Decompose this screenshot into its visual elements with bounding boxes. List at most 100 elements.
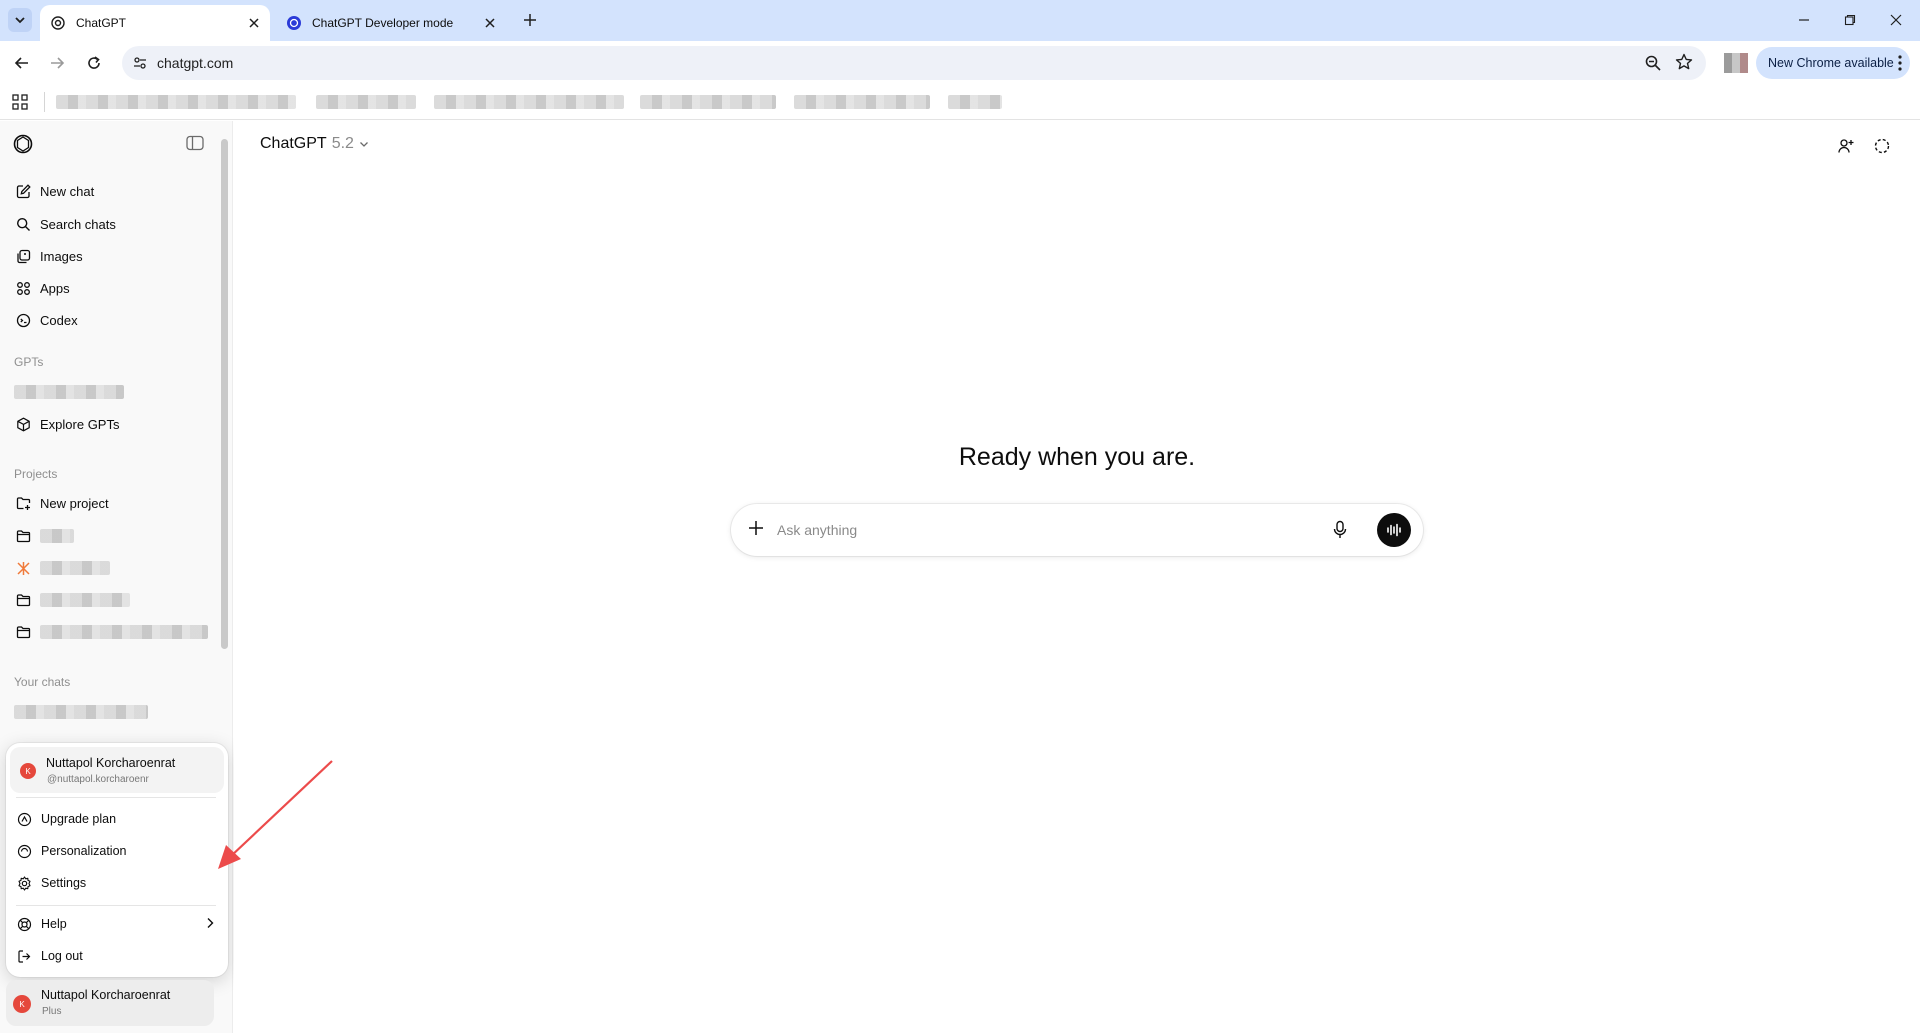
sidebar-item-label: Images: [40, 248, 83, 264]
bookmark-item[interactable]: [640, 94, 776, 110]
menu-item-help[interactable]: Help: [16, 911, 220, 937]
tab-title: ChatGPT Developer mode: [312, 16, 454, 30]
minimize-button[interactable]: [1792, 9, 1816, 31]
sidebar-item-new-chat[interactable]: New chat: [8, 176, 213, 206]
update-label: New Chrome available: [1768, 56, 1894, 70]
sidebar-item-label: Codex: [40, 312, 78, 328]
account-handle: @nuttapol.korcharoenr: [47, 774, 149, 785]
bookmark-star-icon[interactable]: [1675, 53, 1693, 71]
bookmark-item[interactable]: [316, 94, 416, 110]
cube-icon: [14, 415, 32, 433]
bookmark-item[interactable]: [434, 94, 624, 110]
blurred-content: [14, 705, 148, 719]
tab-chatgpt[interactable]: ChatGPT: [40, 5, 270, 41]
profile-plan: Plus: [42, 1006, 62, 1017]
sidebar-item-new-project[interactable]: New project: [8, 488, 213, 518]
account-menu-header[interactable]: K Nuttapol Korcharoenrat @nuttapol.korch…: [10, 747, 224, 793]
composer: [731, 504, 1423, 556]
forward-button[interactable]: [45, 51, 69, 75]
site-info-icon[interactable]: [130, 53, 150, 73]
folder-icon: [14, 623, 32, 641]
address-bar[interactable]: chatgpt.com: [122, 46, 1706, 80]
chevron-right-icon: [207, 918, 214, 928]
apps-grid-icon[interactable]: [12, 94, 28, 110]
main-chat-area: ChatGPT 5.2 Ready when you are.: [234, 121, 1920, 1033]
microphone-icon[interactable]: [1332, 520, 1348, 540]
sidebar-item-label: Search chats: [40, 216, 116, 232]
account-name: Nuttapol Korcharoenrat: [46, 756, 176, 770]
voice-mode-button[interactable]: [1377, 513, 1411, 547]
profile-button[interactable]: K Nuttapol Korcharoenrat Plus: [6, 980, 214, 1026]
sidebar-toggle-icon[interactable]: [186, 135, 204, 151]
bookmarks-separator: [44, 92, 45, 112]
menu-item-label: Settings: [41, 876, 87, 890]
back-button[interactable]: [10, 51, 34, 75]
sidebar-item-search-chats[interactable]: Search chats: [8, 209, 213, 239]
new-folder-icon: [14, 494, 32, 512]
sidebar-item-project[interactable]: [8, 553, 213, 583]
annotation-arrow: [218, 760, 333, 869]
arrow-left-icon: [14, 57, 28, 69]
chatgpt-logo-icon[interactable]: [12, 133, 34, 155]
close-tab-icon[interactable]: [244, 13, 264, 33]
new-chrome-available-button[interactable]: New Chrome available: [1756, 47, 1910, 79]
hero-heading: Ready when you are.: [958, 443, 1196, 471]
plus-icon: [524, 14, 536, 26]
blurred-content: [14, 385, 124, 399]
profile-avatar-button[interactable]: [1724, 53, 1748, 73]
plus-icon[interactable]: [747, 519, 765, 537]
sidebar-item-label: New chat: [40, 183, 95, 199]
account-menu: K Nuttapol Korcharoenrat @nuttapol.korch…: [6, 743, 228, 977]
close-window-button[interactable]: [1884, 9, 1908, 31]
temporary-chat-icon: [1874, 138, 1890, 154]
chevron-down-icon: [15, 17, 25, 24]
menu-item-upgrade-plan[interactable]: Upgrade plan: [16, 806, 220, 832]
blurred-content: [40, 625, 208, 639]
sidebar-item-project[interactable]: [8, 521, 213, 551]
close-tab-icon[interactable]: [480, 13, 500, 33]
add-people-button[interactable]: [1835, 135, 1857, 157]
project-orange-icon: [14, 559, 32, 577]
url-text[interactable]: chatgpt.com: [157, 55, 233, 71]
profile-name: Nuttapol Korcharoenrat: [41, 988, 171, 1002]
blurred-content: [40, 529, 74, 543]
model-selector[interactable]: ChatGPT 5.2: [260, 135, 369, 153]
personalization-icon: [16, 843, 32, 859]
restore-button[interactable]: [1838, 9, 1862, 31]
sidebar-item-codex[interactable]: Codex: [8, 305, 213, 335]
voice-waveform-icon: [1387, 523, 1401, 537]
menu-item-label: Upgrade plan: [41, 812, 117, 826]
bookmark-item[interactable]: [56, 94, 296, 110]
zoom-icon[interactable]: [1644, 54, 1662, 72]
menu-divider: [16, 797, 216, 798]
sidebar-item-project[interactable]: [8, 617, 213, 647]
menu-item-log-out[interactable]: Log out: [16, 943, 220, 969]
sidebar-item-apps[interactable]: Apps: [8, 273, 213, 303]
bookmark-item[interactable]: [948, 94, 1002, 110]
menu-item-label: Personalization: [41, 844, 127, 858]
menu-item-settings[interactable]: Settings: [16, 870, 220, 896]
temporary-chat-button[interactable]: [1871, 135, 1893, 157]
images-icon: [14, 247, 32, 265]
tab-search-button[interactable]: [8, 8, 32, 32]
restore-icon: [1844, 14, 1856, 26]
your-chats-heading: Your chats: [14, 675, 71, 689]
codex-icon: [14, 311, 32, 329]
reload-button[interactable]: [82, 51, 106, 75]
tab-chatgpt-developer-mode[interactable]: ChatGPT Developer mode: [276, 5, 506, 41]
logout-icon: [16, 948, 32, 964]
reload-icon: [88, 56, 100, 69]
projects-heading: Projects: [14, 467, 58, 481]
prompt-input[interactable]: [777, 518, 1317, 542]
menu-item-personalization[interactable]: Personalization: [16, 838, 220, 864]
sidebar-scrollbar[interactable]: [221, 139, 228, 649]
more-vertical-icon: [1898, 55, 1902, 71]
sidebar-item-project[interactable]: [8, 585, 213, 615]
sidebar-item-gpt-blurred[interactable]: [8, 377, 213, 407]
gpts-heading: GPTs: [14, 355, 44, 369]
chat-item-blurred[interactable]: [8, 697, 213, 727]
bookmark-item[interactable]: [794, 94, 930, 110]
new-tab-button[interactable]: [520, 10, 540, 30]
sidebar-item-images[interactable]: Images: [8, 241, 213, 271]
sidebar-item-explore-gpts[interactable]: Explore GPTs: [8, 409, 213, 439]
